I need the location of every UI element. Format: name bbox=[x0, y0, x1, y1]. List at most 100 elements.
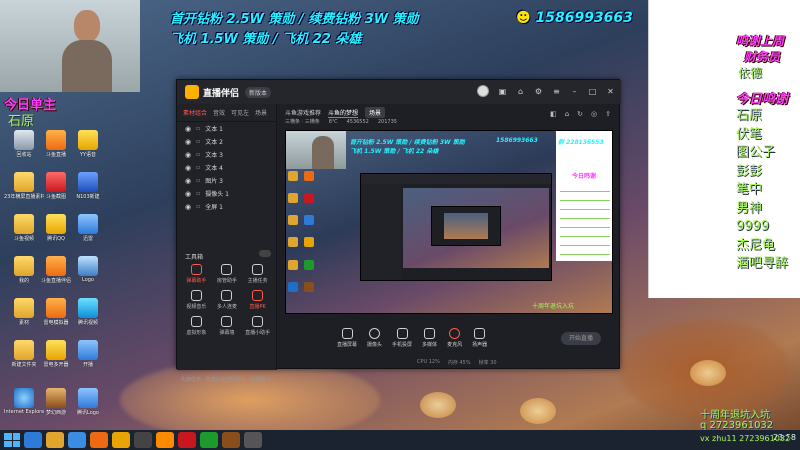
eye-icon[interactable]: ◉ bbox=[185, 203, 191, 211]
desktop-icon[interactable]: N103新建 bbox=[68, 172, 108, 200]
menu-icon[interactable]: ≡ bbox=[552, 87, 561, 96]
promo-line1: 十周年退坑入坑 bbox=[700, 410, 770, 421]
camera-button[interactable]: 摄像头 bbox=[367, 328, 382, 348]
temperature-readout: 8℃ bbox=[328, 118, 338, 125]
notice-text: 礼物任务 · 直播间全部提醒中，管理统计 bbox=[181, 377, 271, 383]
eye-icon[interactable]: ◉ bbox=[185, 164, 191, 172]
speaker-button[interactable]: 扬声器 bbox=[472, 328, 487, 348]
thanks-name: 图公子 bbox=[736, 145, 776, 160]
taskbar-qq-icon[interactable] bbox=[112, 432, 130, 448]
tool-button[interactable]: 直播小助手 bbox=[242, 316, 273, 336]
desktop-icon-label: 腾讯Logo bbox=[77, 410, 99, 416]
yellow-icon bbox=[46, 214, 66, 234]
live-companion-window[interactable]: 直播伴侣 新版本 ▣ ⌂ ⚙ ≡ – □ ✕ 素材组合 音效 可见左 场景 ◉ ▫… bbox=[176, 79, 621, 383]
minimize-icon[interactable]: – bbox=[570, 87, 579, 96]
layer-item[interactable]: ◉ ▫ 文本 1 bbox=[177, 122, 276, 135]
taskbar-app-icon[interactable] bbox=[178, 432, 196, 448]
window-titlebar[interactable]: 直播伴侣 新版本 ▣ ⌂ ⚙ ≡ – □ ✕ bbox=[177, 80, 621, 104]
taskbar-ie-icon[interactable] bbox=[24, 432, 42, 448]
preview-webcam bbox=[286, 131, 346, 169]
lock-icon[interactable]: ▫ bbox=[196, 138, 200, 145]
start-button[interactable] bbox=[4, 433, 20, 447]
tool-button[interactable]: 主播任务 bbox=[242, 264, 273, 284]
tools-toggle[interactable] bbox=[259, 250, 271, 257]
close-icon[interactable]: ✕ bbox=[606, 87, 615, 96]
camera-icon[interactable]: ◎ bbox=[591, 110, 597, 118]
add-scene-button[interactable]: 场景 bbox=[365, 107, 386, 118]
desktop-icon-label: YY语音 bbox=[79, 152, 97, 158]
viewer-count: 201735 bbox=[377, 118, 397, 125]
layer-item[interactable]: ◉ ▫ 文本 4 bbox=[177, 161, 276, 174]
lock-icon[interactable]: ▫ bbox=[196, 190, 200, 197]
layer-item[interactable]: ◉ ▫ 文本 2 bbox=[177, 135, 276, 148]
layer-name: 文本 4 bbox=[205, 165, 223, 172]
camera-icon bbox=[369, 328, 381, 339]
scene-tab-dream[interactable]: 斗鱼的梦想 bbox=[328, 108, 359, 118]
maximize-icon[interactable]: □ bbox=[588, 87, 597, 96]
stream-preview[interactable]: 首开钻粉 2.5W 策勋 / 续费钻粉 3W 策勋 飞机 1.5W 策勋 / 飞… bbox=[285, 130, 613, 314]
taskbar-douyu-icon[interactable] bbox=[90, 432, 108, 448]
taskbar-app-icon[interactable] bbox=[222, 432, 240, 448]
layer-item[interactable]: ◉ ▫ 图片 3 bbox=[177, 174, 276, 187]
layer-item[interactable]: ◉ ▫ 全屏 1 bbox=[177, 200, 276, 213]
eye-icon[interactable]: ◉ bbox=[185, 190, 191, 198]
version-badge[interactable]: 新版本 bbox=[245, 86, 272, 98]
tab-scene[interactable]: 场景 bbox=[255, 108, 267, 117]
control-bar: 直播屏幕 摄像头 手机投屏 多媒体 麦克风 扬声器 开始直播 bbox=[285, 320, 613, 356]
eye-icon[interactable]: ◉ bbox=[185, 151, 191, 159]
eye-icon[interactable]: ◉ bbox=[185, 177, 191, 185]
tool-button[interactable]: 虚拟形象 bbox=[181, 316, 212, 336]
screen-capture-button[interactable]: 直播屏幕 bbox=[337, 328, 357, 348]
avatar[interactable] bbox=[477, 85, 489, 97]
lock-icon[interactable]: ⌂ bbox=[516, 87, 525, 96]
tool-button[interactable]: 弹幕助手 bbox=[181, 264, 212, 284]
word-icon bbox=[78, 172, 98, 192]
phone-cast-button[interactable]: 手机投屏 bbox=[392, 328, 412, 348]
taskbar-folder-icon[interactable] bbox=[46, 432, 64, 448]
tool-icon bbox=[252, 264, 264, 275]
tool-button[interactable]: 视频音乐 bbox=[181, 290, 212, 310]
microphone-button[interactable]: 麦克风 bbox=[447, 328, 462, 348]
lock-icon[interactable]: ⌂ bbox=[565, 110, 569, 118]
desktop-icon[interactable]: 腾讯视频 bbox=[68, 298, 108, 326]
rotate-icon[interactable]: ↻ bbox=[577, 110, 583, 118]
eye-icon[interactable]: ◉ bbox=[185, 125, 191, 133]
tool-button[interactable]: 弹幕墙 bbox=[212, 316, 243, 336]
folder-icon bbox=[14, 256, 34, 276]
settings-icon[interactable]: ⚙ bbox=[534, 87, 543, 96]
tool-button[interactable]: 房管助手 bbox=[212, 264, 243, 284]
tools-title: 工具箱 bbox=[185, 254, 204, 261]
tab-sources[interactable]: 素材组合 bbox=[183, 108, 207, 117]
desktop-icon[interactable]: 开播 bbox=[68, 340, 108, 368]
taskbar-app-icon[interactable] bbox=[244, 432, 262, 448]
share-icon[interactable]: ⇪ bbox=[605, 110, 611, 118]
gift-icon[interactable]: ▣ bbox=[498, 87, 507, 96]
lock-icon[interactable]: ▫ bbox=[196, 151, 200, 158]
save-icon[interactable]: ◧ bbox=[550, 110, 557, 118]
scene-layout[interactable]: 三横条 · 三横条 bbox=[285, 118, 320, 125]
taskbar-browser-icon[interactable] bbox=[68, 432, 86, 448]
tool-button[interactable]: 直播PK bbox=[242, 290, 273, 310]
eye-icon[interactable]: ◉ bbox=[185, 138, 191, 146]
layer-item[interactable]: ◉ ▫ 摄像头 1 bbox=[177, 187, 276, 200]
room-id: 4536552 bbox=[346, 118, 369, 125]
start-live-button[interactable]: 开始直播 bbox=[561, 332, 601, 345]
thanks-list: 石原 伏笔 图公子 彭彭 笔中 男神 9999 杰尼龟 酒吧寻醉 bbox=[736, 107, 800, 274]
taskbar-game-icon[interactable] bbox=[134, 432, 152, 448]
lock-icon[interactable]: ▫ bbox=[196, 125, 200, 132]
desktop-icon[interactable]: 迅雷 bbox=[68, 214, 108, 242]
lock-icon[interactable]: ▫ bbox=[196, 164, 200, 171]
taskbar-companion-icon[interactable] bbox=[156, 432, 174, 448]
taskbar-app-icon[interactable] bbox=[200, 432, 218, 448]
media-button[interactable]: 多媒体 bbox=[422, 328, 437, 348]
lock-icon[interactable]: ▫ bbox=[196, 177, 200, 184]
scene-tab-recommend[interactable]: 斗鱼游戏推荐 bbox=[285, 108, 321, 117]
tool-button[interactable]: 多人连麦 bbox=[212, 290, 243, 310]
desktop-icon[interactable]: 腾讯Logo bbox=[68, 388, 108, 416]
layer-item[interactable]: ◉ ▫ 文本 3 bbox=[177, 148, 276, 161]
tab-audio[interactable]: 音效 bbox=[213, 108, 225, 117]
lock-icon[interactable]: ▫ bbox=[196, 203, 200, 210]
desktop-icon[interactable]: Logo bbox=[68, 256, 108, 283]
desktop-icon[interactable]: YY语音 bbox=[68, 130, 108, 158]
tab-visible[interactable]: 可见左 bbox=[231, 108, 249, 117]
